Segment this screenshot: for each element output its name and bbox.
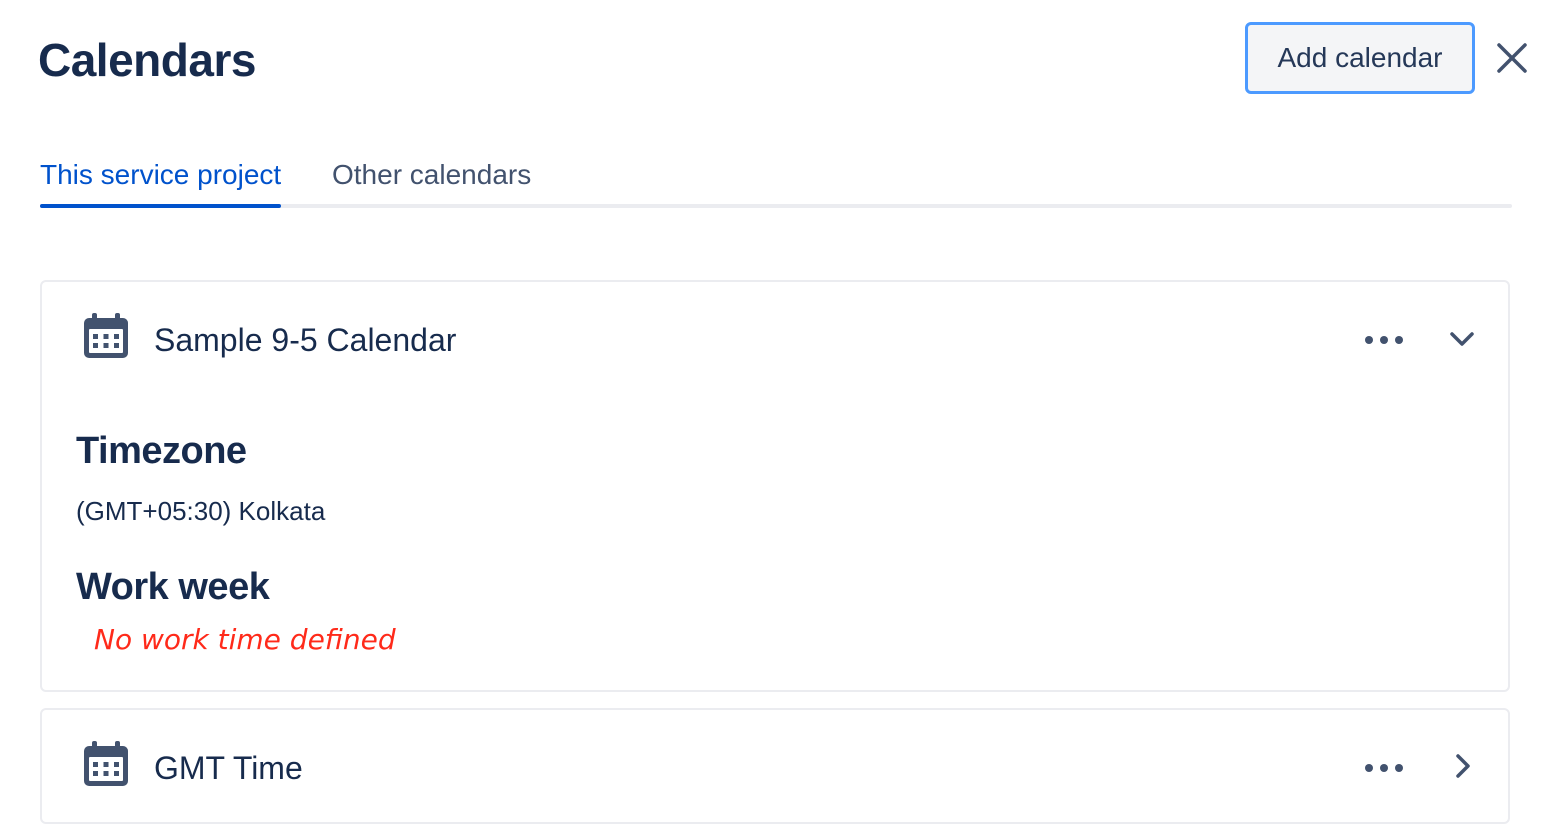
calendars-panel: Calendars Add calendar This service proj… (0, 0, 1544, 836)
page-title: Calendars (38, 34, 256, 86)
calendar-icon (84, 313, 128, 358)
calendar-name[interactable]: Sample 9-5 Calendar (154, 320, 456, 360)
calendar-icon (84, 741, 128, 786)
more-icon (1365, 336, 1403, 344)
more-actions-button[interactable] (1358, 748, 1410, 788)
work-week-heading: Work week (76, 566, 270, 608)
collapse-button[interactable] (1442, 318, 1482, 358)
chevron-down-icon (1450, 332, 1474, 346)
more-icon (1365, 764, 1403, 772)
close-icon (1497, 43, 1527, 73)
calendar-tabs: This service project Other calendars (40, 152, 1512, 208)
expand-button[interactable] (1442, 746, 1482, 786)
calendar-name[interactable]: GMT Time (154, 748, 303, 788)
close-button[interactable] (1490, 36, 1534, 80)
calendar-card-sample: Sample 9-5 Calendar Timezone (GMT+05:30)… (40, 280, 1510, 692)
add-calendar-button[interactable]: Add calendar (1245, 22, 1475, 94)
tab-other-calendars[interactable]: Other calendars (332, 152, 531, 208)
chevron-right-icon (1456, 754, 1470, 778)
tab-this-service-project[interactable]: This service project (40, 152, 282, 208)
timezone-value: (GMT+05:30) Kolkata (76, 496, 326, 526)
work-week-note: No work time defined (94, 623, 396, 656)
more-actions-button[interactable] (1358, 320, 1410, 360)
timezone-heading: Timezone (76, 430, 247, 472)
calendar-card-gmt: GMT Time (40, 708, 1510, 824)
